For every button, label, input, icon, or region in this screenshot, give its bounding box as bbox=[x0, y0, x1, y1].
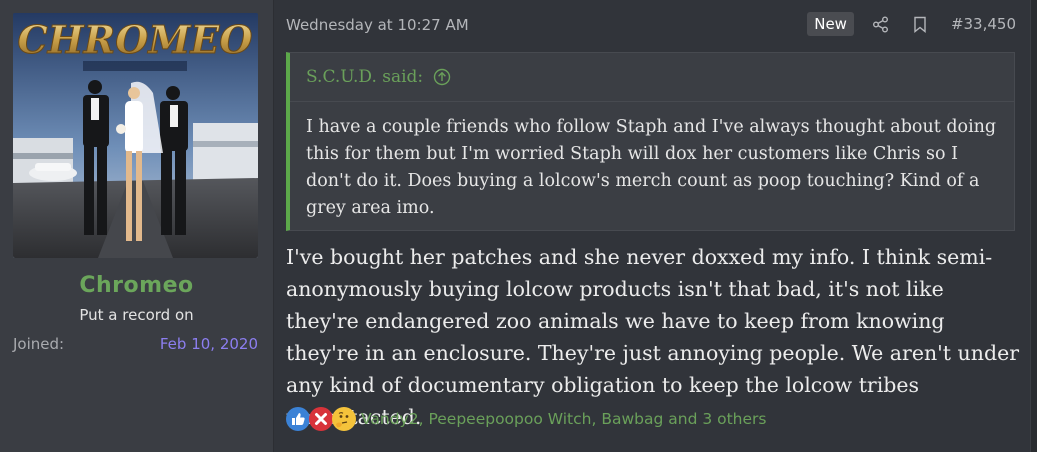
thinking-icon bbox=[332, 407, 356, 431]
reaction-users[interactable]: Vandy2, Peepeepoopoo Witch, Bawbag and 3… bbox=[361, 410, 767, 428]
user-avatar[interactable]: CHROMEO bbox=[13, 13, 258, 258]
bookmark-icon[interactable] bbox=[913, 16, 927, 33]
quote-author[interactable]: S.C.U.D. said: bbox=[306, 67, 423, 87]
share-icon[interactable] bbox=[872, 16, 889, 33]
new-badge: New bbox=[807, 12, 854, 36]
user-info-column: CHROMEO Chromeo Put a record on Joined: … bbox=[0, 0, 274, 452]
like-icon bbox=[286, 407, 310, 431]
svg-text:CHROMEO: CHROMEO bbox=[18, 17, 253, 62]
quote-text: I have a couple friends who follow Staph… bbox=[306, 117, 997, 218]
post-message: I've bought her patches and she never do… bbox=[286, 245, 1020, 429]
joined-date: Feb 10, 2020 bbox=[159, 335, 258, 353]
forum-post: CHROMEO Chromeo Put a record on Joined: … bbox=[0, 0, 1031, 452]
quote-block: S.C.U.D. said: I have a couple friends w… bbox=[286, 52, 1015, 231]
reactions-bar[interactable]: Vandy2, Peepeepoopoo Witch, Bawbag and 3… bbox=[286, 407, 767, 431]
post-main: Wednesday at 10:27 AM New #33,450 S.C.U.… bbox=[274, 0, 1030, 452]
user-title: Put a record on bbox=[79, 306, 194, 324]
username[interactable]: Chromeo bbox=[0, 273, 273, 298]
quote-divider bbox=[290, 101, 1014, 102]
jump-to-quote-icon[interactable] bbox=[433, 68, 451, 86]
joined-label: Joined: bbox=[13, 335, 65, 353]
post-actions: New #33,450 bbox=[807, 12, 1016, 36]
post-number-link[interactable]: #33,450 bbox=[951, 15, 1016, 33]
dumb-icon bbox=[309, 407, 333, 431]
post-date[interactable]: Wednesday at 10:27 AM bbox=[286, 16, 469, 34]
avatar-image: CHROMEO bbox=[13, 13, 258, 258]
quote-header: S.C.U.D. said: bbox=[306, 67, 451, 87]
